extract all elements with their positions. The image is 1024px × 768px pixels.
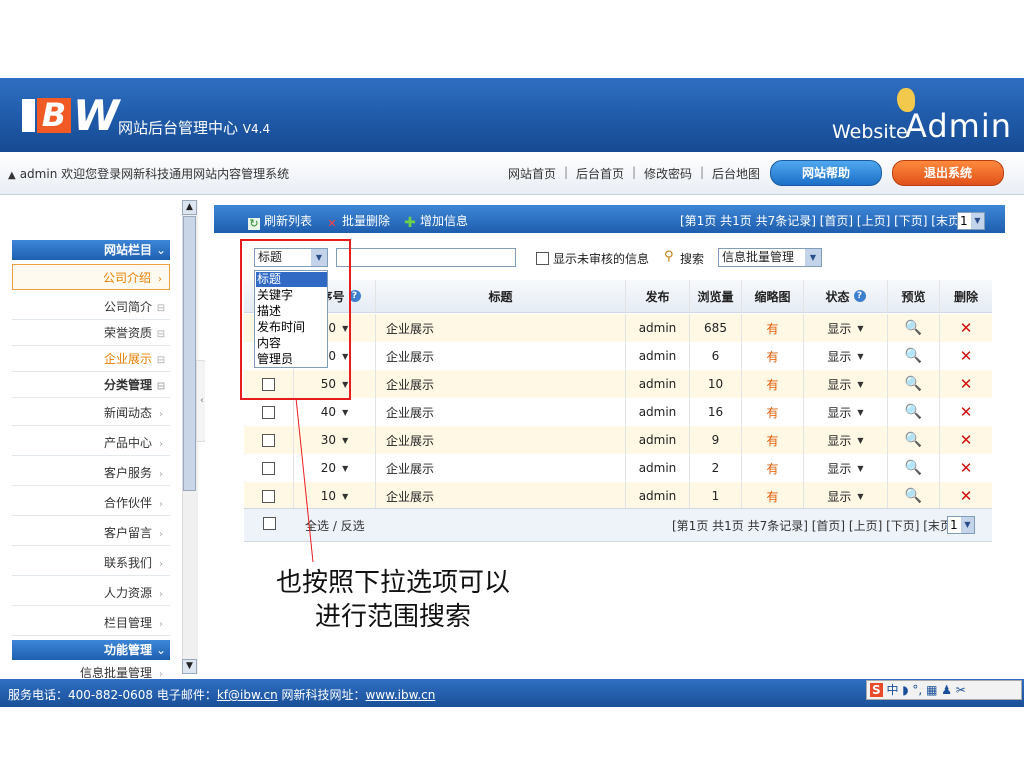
footer-email-link[interactable]: kf@ibw.cn: [217, 688, 278, 702]
footer-phone: 服务电话：400-882-0608 电子邮件：: [8, 688, 217, 702]
pointer-line: [295, 397, 314, 563]
footer-site-link[interactable]: www.ibw.cn: [366, 688, 436, 702]
ime-toolbar[interactable]: S 中 ◗ °, ▦ ♟ ✂: [866, 680, 1022, 700]
footer-info: 服务电话：400-882-0608 电子邮件：kf@ibw.cn 网新科技网址：…: [8, 686, 435, 703]
annotation-callout: 也按照下拉选项可以 进行范围搜索: [258, 566, 528, 634]
callout-line-2: 进行范围搜索: [314, 602, 471, 632]
annotation-pointer-line: [295, 397, 314, 563]
footer-site-label: 网新科技网址：: [277, 688, 366, 702]
callout-line-1: 也按照下拉选项可以: [275, 568, 510, 598]
ime-logo-icon: S: [870, 683, 883, 697]
ime-status: 中 ◗ °, ▦ ♟ ✂: [886, 683, 966, 697]
